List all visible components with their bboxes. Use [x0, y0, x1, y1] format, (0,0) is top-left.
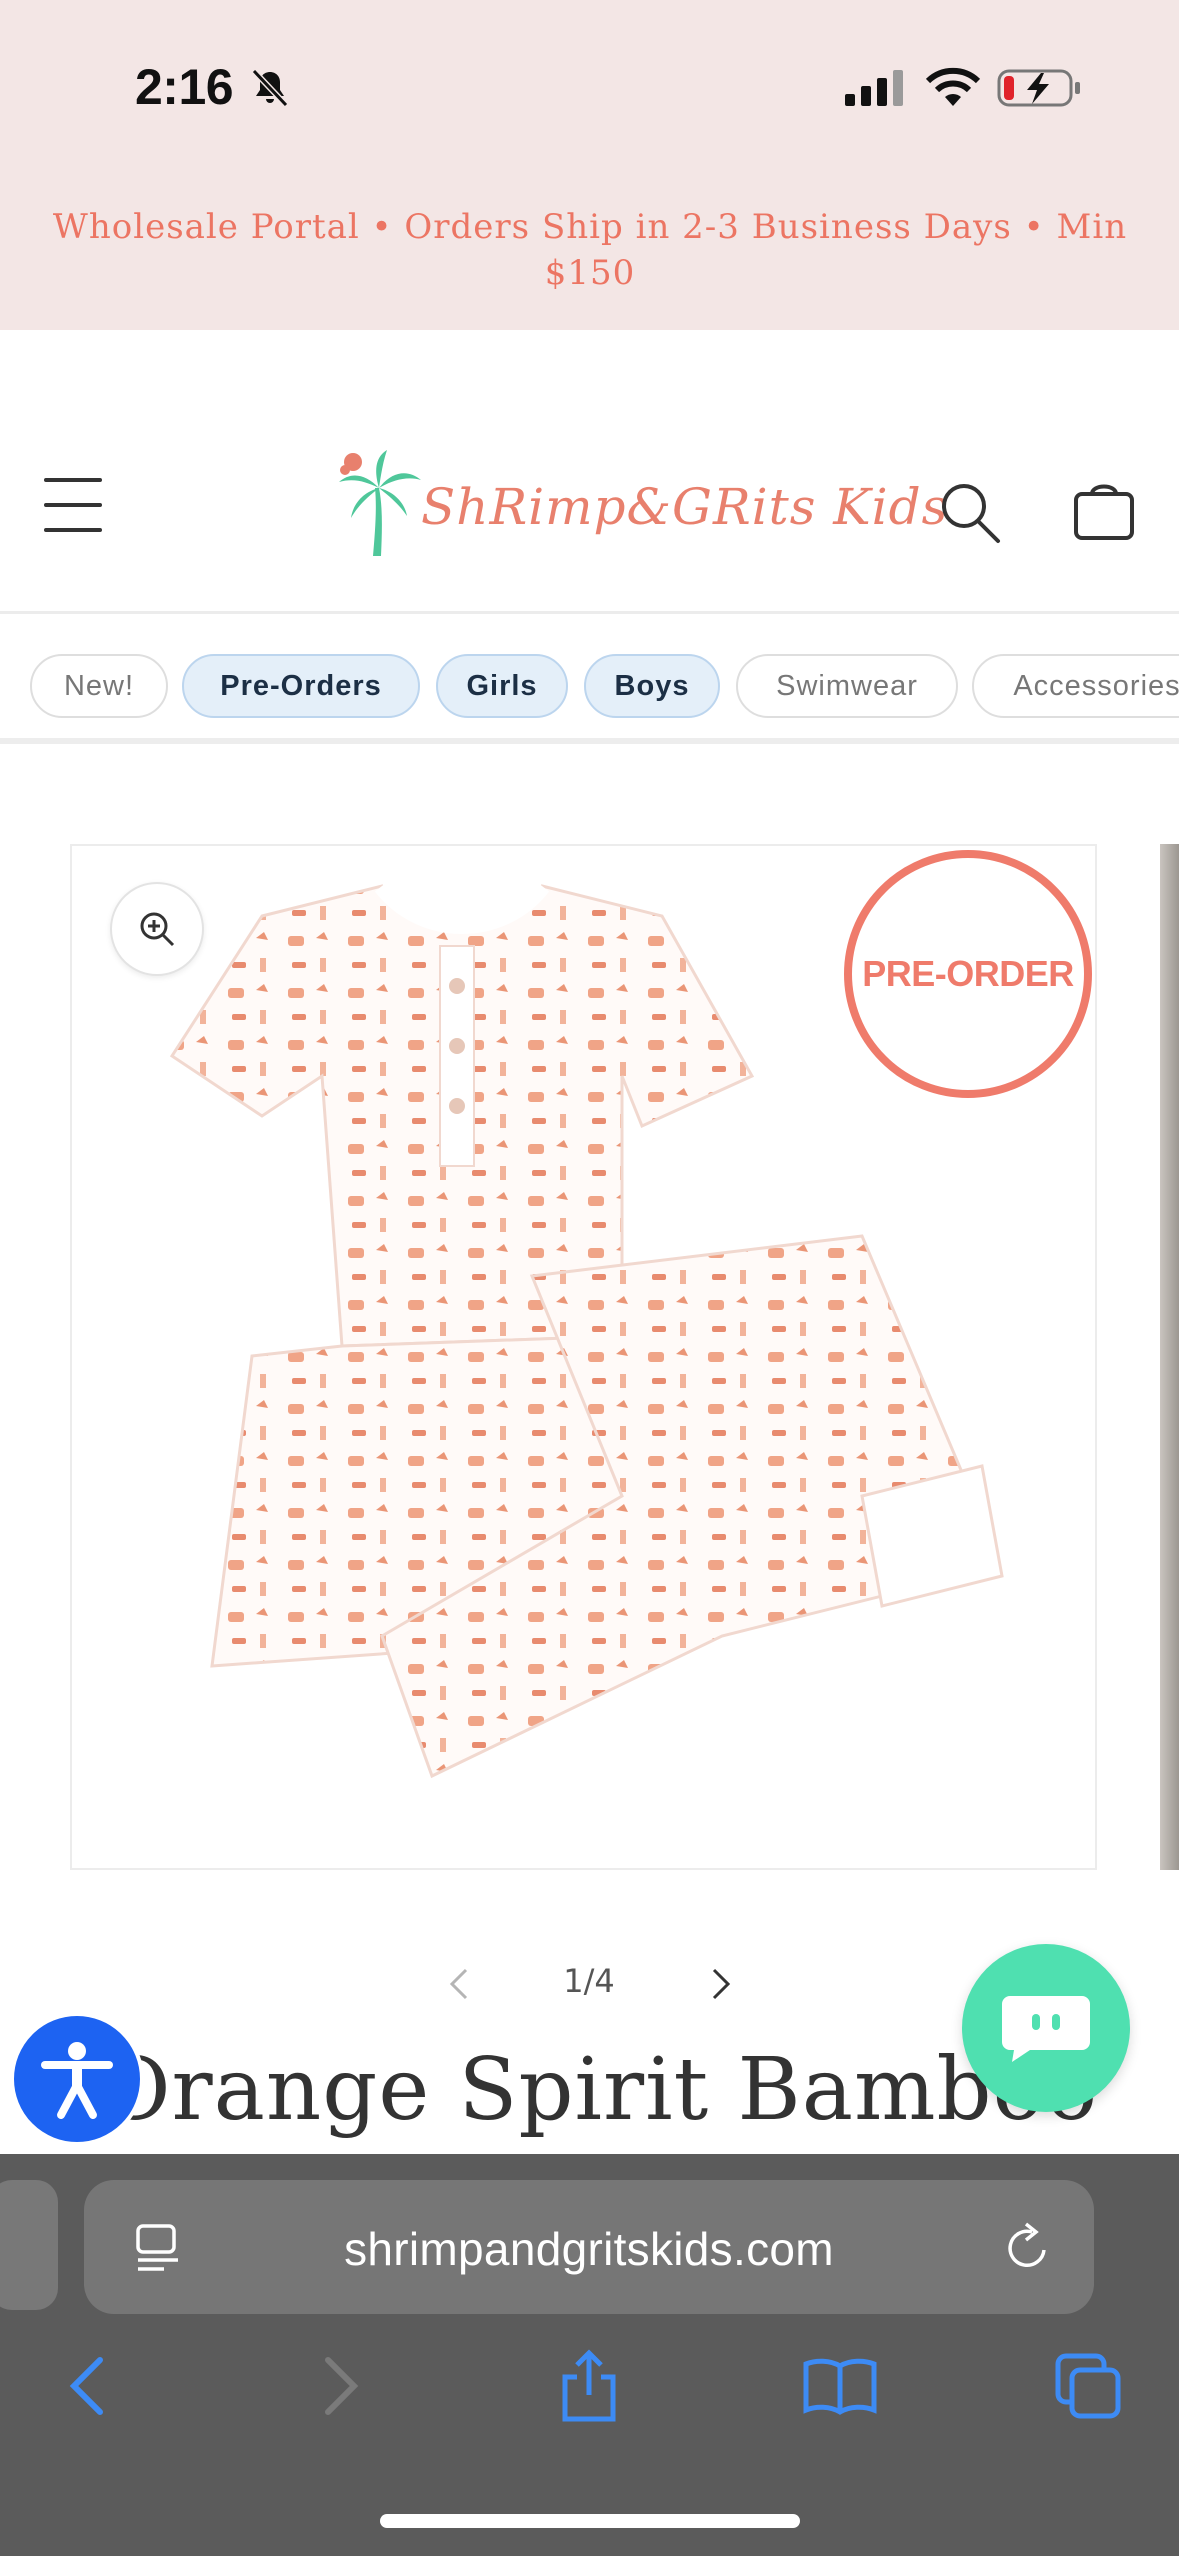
share-button[interactable] — [549, 2346, 629, 2426]
status-time: 2:16 — [135, 59, 234, 115]
logo-text: ShRimp&GRits Kids — [421, 478, 949, 536]
reload-icon[interactable] — [1002, 2220, 1054, 2274]
announcement-bar: 2:16 Wholesale Portal • Orders Ship in 2… — [0, 0, 1179, 330]
bell-slash-icon — [251, 68, 289, 108]
wifi-icon — [925, 67, 981, 106]
home-indicator — [380, 2514, 800, 2528]
share-icon — [562, 2349, 616, 2422]
previous-image-button[interactable] — [440, 1962, 480, 2006]
chip-pre-orders[interactable]: Pre-Orders — [182, 654, 420, 718]
bookmarks-button[interactable] — [800, 2346, 880, 2426]
chip-new[interactable]: New! — [30, 654, 168, 718]
address-bar[interactable]: shrimpandgritskids.com — [84, 2180, 1094, 2314]
tabs-icon — [1055, 2353, 1121, 2419]
previous-tab-peek[interactable] — [0, 2180, 58, 2310]
site-logo[interactable]: ShRimp&GRits Kids — [335, 448, 947, 558]
tabs-button[interactable] — [1048, 2346, 1128, 2426]
book-icon — [803, 2358, 877, 2415]
chat-button[interactable] — [962, 1944, 1130, 2112]
image-pager: 1/4 — [563, 1962, 615, 2000]
zoom-in-icon — [140, 912, 175, 947]
pre-order-badge: PRE-ORDER — [844, 850, 1092, 1098]
cellular-signal-icon — [845, 70, 903, 106]
forward-button[interactable] — [300, 2346, 380, 2426]
chip-swimwear[interactable]: Swimwear — [736, 654, 958, 718]
site-header: ShRimp&GRits Kids — [0, 330, 1179, 614]
product-title: Orange Spirit Bamboo — [100, 2040, 1099, 2140]
product-image-gallery[interactable]: PRE-ORDER — [70, 844, 1097, 1870]
url-text: shrimpandgritskids.com — [344, 2223, 834, 2275]
next-image-peek[interactable] — [1160, 844, 1179, 1870]
chevron-left-icon — [69, 2357, 103, 2415]
back-button[interactable] — [48, 2346, 128, 2426]
announcement-text: Wholesale Portal • Orders Ship in 2-3 Bu… — [52, 207, 1128, 293]
chevron-right-icon — [325, 2357, 359, 2415]
chip-accessories[interactable]: Accessories — [972, 654, 1179, 718]
menu-icon — [44, 478, 102, 482]
chip-boys[interactable]: Boys — [584, 654, 720, 718]
menu-button[interactable] — [44, 478, 104, 534]
palm-tree-icon — [339, 450, 421, 556]
zoom-button[interactable] — [110, 882, 204, 976]
chip-girls[interactable]: Girls — [436, 654, 568, 718]
category-nav: New! Pre-Orders Girls Boys Swimwear Acce… — [0, 614, 1179, 744]
accessibility-button[interactable] — [10, 2012, 144, 2146]
battery-charging-icon — [997, 69, 1080, 107]
browser-toolbar: shrimpandgritskids.com — [0, 2154, 1179, 2556]
next-image-button[interactable] — [700, 1962, 740, 2006]
search-icon[interactable] — [938, 480, 1002, 544]
chat-bubble-icon — [1002, 1996, 1090, 2062]
cart-icon[interactable] — [1072, 476, 1136, 542]
accessibility-icon — [41, 2042, 113, 2119]
